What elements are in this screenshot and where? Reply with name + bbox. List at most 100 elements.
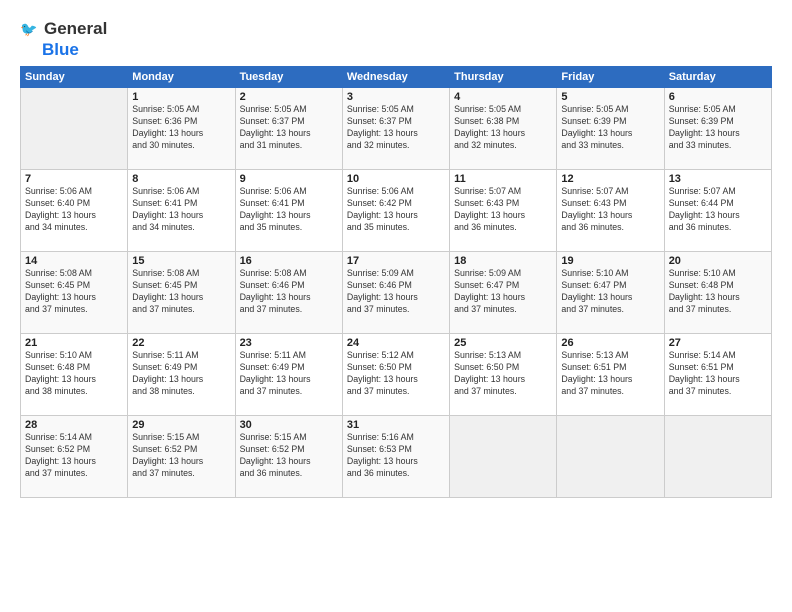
day-detail: Sunrise: 5:06 AM Sunset: 6:42 PM Dayligh… <box>347 186 445 234</box>
calendar-cell: 22Sunrise: 5:11 AM Sunset: 6:49 PM Dayli… <box>128 334 235 416</box>
header-cell-monday: Monday <box>128 67 235 88</box>
day-number: 20 <box>669 255 767 267</box>
day-number: 19 <box>561 255 659 267</box>
calendar-cell: 5Sunrise: 5:05 AM Sunset: 6:39 PM Daylig… <box>557 88 664 170</box>
day-number: 26 <box>561 337 659 349</box>
calendar-cell: 17Sunrise: 5:09 AM Sunset: 6:46 PM Dayli… <box>342 252 449 334</box>
svg-text:🐦: 🐦 <box>20 21 37 37</box>
calendar-cell: 19Sunrise: 5:10 AM Sunset: 6:47 PM Dayli… <box>557 252 664 334</box>
calendar-cell: 24Sunrise: 5:12 AM Sunset: 6:50 PM Dayli… <box>342 334 449 416</box>
calendar-cell <box>557 416 664 498</box>
day-detail: Sunrise: 5:13 AM Sunset: 6:51 PM Dayligh… <box>561 350 659 398</box>
header-cell-saturday: Saturday <box>664 67 771 88</box>
calendar-cell: 1Sunrise: 5:05 AM Sunset: 6:36 PM Daylig… <box>128 88 235 170</box>
day-detail: Sunrise: 5:08 AM Sunset: 6:45 PM Dayligh… <box>25 268 123 316</box>
day-number: 16 <box>240 255 338 267</box>
calendar-cell: 26Sunrise: 5:13 AM Sunset: 6:51 PM Dayli… <box>557 334 664 416</box>
calendar-cell: 9Sunrise: 5:06 AM Sunset: 6:41 PM Daylig… <box>235 170 342 252</box>
calendar-cell: 13Sunrise: 5:07 AM Sunset: 6:44 PM Dayli… <box>664 170 771 252</box>
calendar-cell: 8Sunrise: 5:06 AM Sunset: 6:41 PM Daylig… <box>128 170 235 252</box>
day-detail: Sunrise: 5:10 AM Sunset: 6:48 PM Dayligh… <box>669 268 767 316</box>
day-detail: Sunrise: 5:10 AM Sunset: 6:48 PM Dayligh… <box>25 350 123 398</box>
week-row-5: 28Sunrise: 5:14 AM Sunset: 6:52 PM Dayli… <box>21 416 772 498</box>
day-number: 14 <box>25 255 123 267</box>
day-number: 21 <box>25 337 123 349</box>
day-detail: Sunrise: 5:10 AM Sunset: 6:47 PM Dayligh… <box>561 268 659 316</box>
day-detail: Sunrise: 5:06 AM Sunset: 6:40 PM Dayligh… <box>25 186 123 234</box>
day-number: 29 <box>132 419 230 431</box>
calendar-cell: 10Sunrise: 5:06 AM Sunset: 6:42 PM Dayli… <box>342 170 449 252</box>
day-detail: Sunrise: 5:14 AM Sunset: 6:52 PM Dayligh… <box>25 432 123 480</box>
week-row-2: 7Sunrise: 5:06 AM Sunset: 6:40 PM Daylig… <box>21 170 772 252</box>
day-detail: Sunrise: 5:08 AM Sunset: 6:46 PM Dayligh… <box>240 268 338 316</box>
day-detail: Sunrise: 5:05 AM Sunset: 6:36 PM Dayligh… <box>132 104 230 152</box>
day-detail: Sunrise: 5:08 AM Sunset: 6:45 PM Dayligh… <box>132 268 230 316</box>
day-number: 25 <box>454 337 552 349</box>
day-number: 18 <box>454 255 552 267</box>
calendar-cell: 18Sunrise: 5:09 AM Sunset: 6:47 PM Dayli… <box>450 252 557 334</box>
calendar-cell <box>21 88 128 170</box>
header-cell-tuesday: Tuesday <box>235 67 342 88</box>
page: 🐦 General Blue SundayMondayTuesdayWednes… <box>0 0 792 612</box>
day-detail: Sunrise: 5:06 AM Sunset: 6:41 PM Dayligh… <box>132 186 230 234</box>
header-cell-wednesday: Wednesday <box>342 67 449 88</box>
calendar-header: SundayMondayTuesdayWednesdayThursdayFrid… <box>21 67 772 88</box>
day-detail: Sunrise: 5:05 AM Sunset: 6:39 PM Dayligh… <box>561 104 659 152</box>
week-row-1: 1Sunrise: 5:05 AM Sunset: 6:36 PM Daylig… <box>21 88 772 170</box>
day-number: 30 <box>240 419 338 431</box>
day-detail: Sunrise: 5:09 AM Sunset: 6:46 PM Dayligh… <box>347 268 445 316</box>
calendar-cell: 20Sunrise: 5:10 AM Sunset: 6:48 PM Dayli… <box>664 252 771 334</box>
calendar-cell: 27Sunrise: 5:14 AM Sunset: 6:51 PM Dayli… <box>664 334 771 416</box>
day-number: 9 <box>240 173 338 185</box>
day-number: 12 <box>561 173 659 185</box>
day-number: 7 <box>25 173 123 185</box>
calendar-cell: 29Sunrise: 5:15 AM Sunset: 6:52 PM Dayli… <box>128 416 235 498</box>
day-number: 15 <box>132 255 230 267</box>
day-number: 27 <box>669 337 767 349</box>
day-number: 1 <box>132 91 230 103</box>
header-cell-sunday: Sunday <box>21 67 128 88</box>
week-row-3: 14Sunrise: 5:08 AM Sunset: 6:45 PM Dayli… <box>21 252 772 334</box>
day-number: 3 <box>347 91 445 103</box>
day-detail: Sunrise: 5:09 AM Sunset: 6:47 PM Dayligh… <box>454 268 552 316</box>
day-number: 2 <box>240 91 338 103</box>
header-row: SundayMondayTuesdayWednesdayThursdayFrid… <box>21 67 772 88</box>
day-detail: Sunrise: 5:07 AM Sunset: 6:43 PM Dayligh… <box>561 186 659 234</box>
day-detail: Sunrise: 5:14 AM Sunset: 6:51 PM Dayligh… <box>669 350 767 398</box>
day-number: 23 <box>240 337 338 349</box>
calendar-cell: 23Sunrise: 5:11 AM Sunset: 6:49 PM Dayli… <box>235 334 342 416</box>
day-detail: Sunrise: 5:15 AM Sunset: 6:52 PM Dayligh… <box>240 432 338 480</box>
header-cell-thursday: Thursday <box>450 67 557 88</box>
calendar-cell <box>450 416 557 498</box>
calendar-cell: 14Sunrise: 5:08 AM Sunset: 6:45 PM Dayli… <box>21 252 128 334</box>
day-number: 5 <box>561 91 659 103</box>
day-detail: Sunrise: 5:05 AM Sunset: 6:38 PM Dayligh… <box>454 104 552 152</box>
day-detail: Sunrise: 5:05 AM Sunset: 6:37 PM Dayligh… <box>240 104 338 152</box>
header-cell-friday: Friday <box>557 67 664 88</box>
calendar-cell <box>664 416 771 498</box>
day-number: 6 <box>669 91 767 103</box>
day-detail: Sunrise: 5:15 AM Sunset: 6:52 PM Dayligh… <box>132 432 230 480</box>
day-detail: Sunrise: 5:13 AM Sunset: 6:50 PM Dayligh… <box>454 350 552 398</box>
day-detail: Sunrise: 5:11 AM Sunset: 6:49 PM Dayligh… <box>132 350 230 398</box>
day-number: 28 <box>25 419 123 431</box>
calendar: SundayMondayTuesdayWednesdayThursdayFrid… <box>20 66 772 498</box>
calendar-cell: 6Sunrise: 5:05 AM Sunset: 6:39 PM Daylig… <box>664 88 771 170</box>
day-number: 8 <box>132 173 230 185</box>
day-number: 31 <box>347 419 445 431</box>
day-detail: Sunrise: 5:07 AM Sunset: 6:43 PM Dayligh… <box>454 186 552 234</box>
logo-text-blue: Blue <box>42 40 79 59</box>
calendar-cell: 30Sunrise: 5:15 AM Sunset: 6:52 PM Dayli… <box>235 416 342 498</box>
calendar-body: 1Sunrise: 5:05 AM Sunset: 6:36 PM Daylig… <box>21 88 772 498</box>
day-number: 24 <box>347 337 445 349</box>
calendar-cell: 3Sunrise: 5:05 AM Sunset: 6:37 PM Daylig… <box>342 88 449 170</box>
calendar-cell: 21Sunrise: 5:10 AM Sunset: 6:48 PM Dayli… <box>21 334 128 416</box>
day-detail: Sunrise: 5:12 AM Sunset: 6:50 PM Dayligh… <box>347 350 445 398</box>
day-number: 10 <box>347 173 445 185</box>
header: 🐦 General Blue <box>20 18 772 60</box>
calendar-cell: 4Sunrise: 5:05 AM Sunset: 6:38 PM Daylig… <box>450 88 557 170</box>
day-detail: Sunrise: 5:05 AM Sunset: 6:37 PM Dayligh… <box>347 104 445 152</box>
calendar-cell: 7Sunrise: 5:06 AM Sunset: 6:40 PM Daylig… <box>21 170 128 252</box>
day-number: 4 <box>454 91 552 103</box>
day-number: 11 <box>454 173 552 185</box>
